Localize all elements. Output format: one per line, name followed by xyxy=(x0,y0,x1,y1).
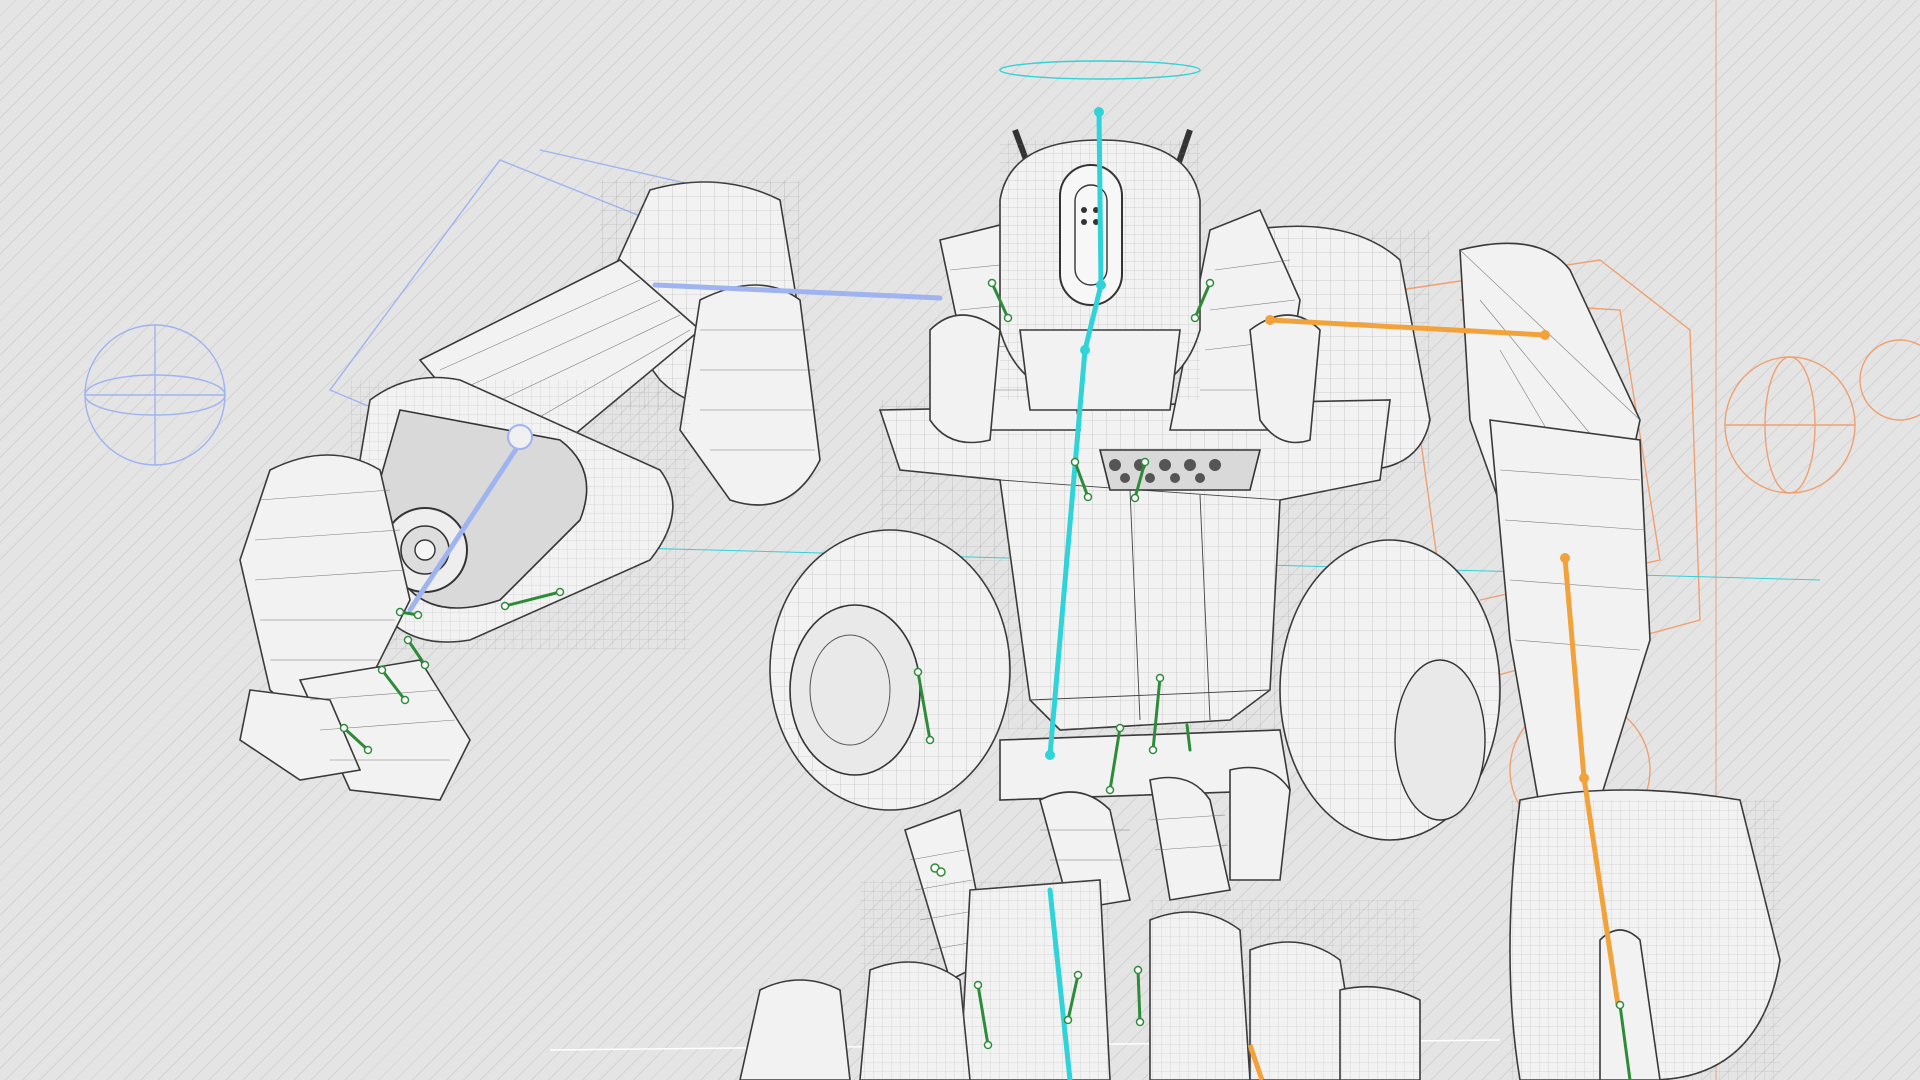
left-wrist-joint[interactable] xyxy=(507,424,533,450)
right-hip-wheel[interactable] xyxy=(1279,539,1501,841)
3d-viewport[interactable] xyxy=(0,0,1920,1080)
left-hip-wheel[interactable] xyxy=(769,529,1011,811)
left-arm-mesh[interactable] xyxy=(239,180,821,801)
head-ik-ring[interactable] xyxy=(999,60,1201,80)
robot-rig-scene[interactable] xyxy=(0,0,1920,1080)
visor-slot xyxy=(1059,164,1123,306)
